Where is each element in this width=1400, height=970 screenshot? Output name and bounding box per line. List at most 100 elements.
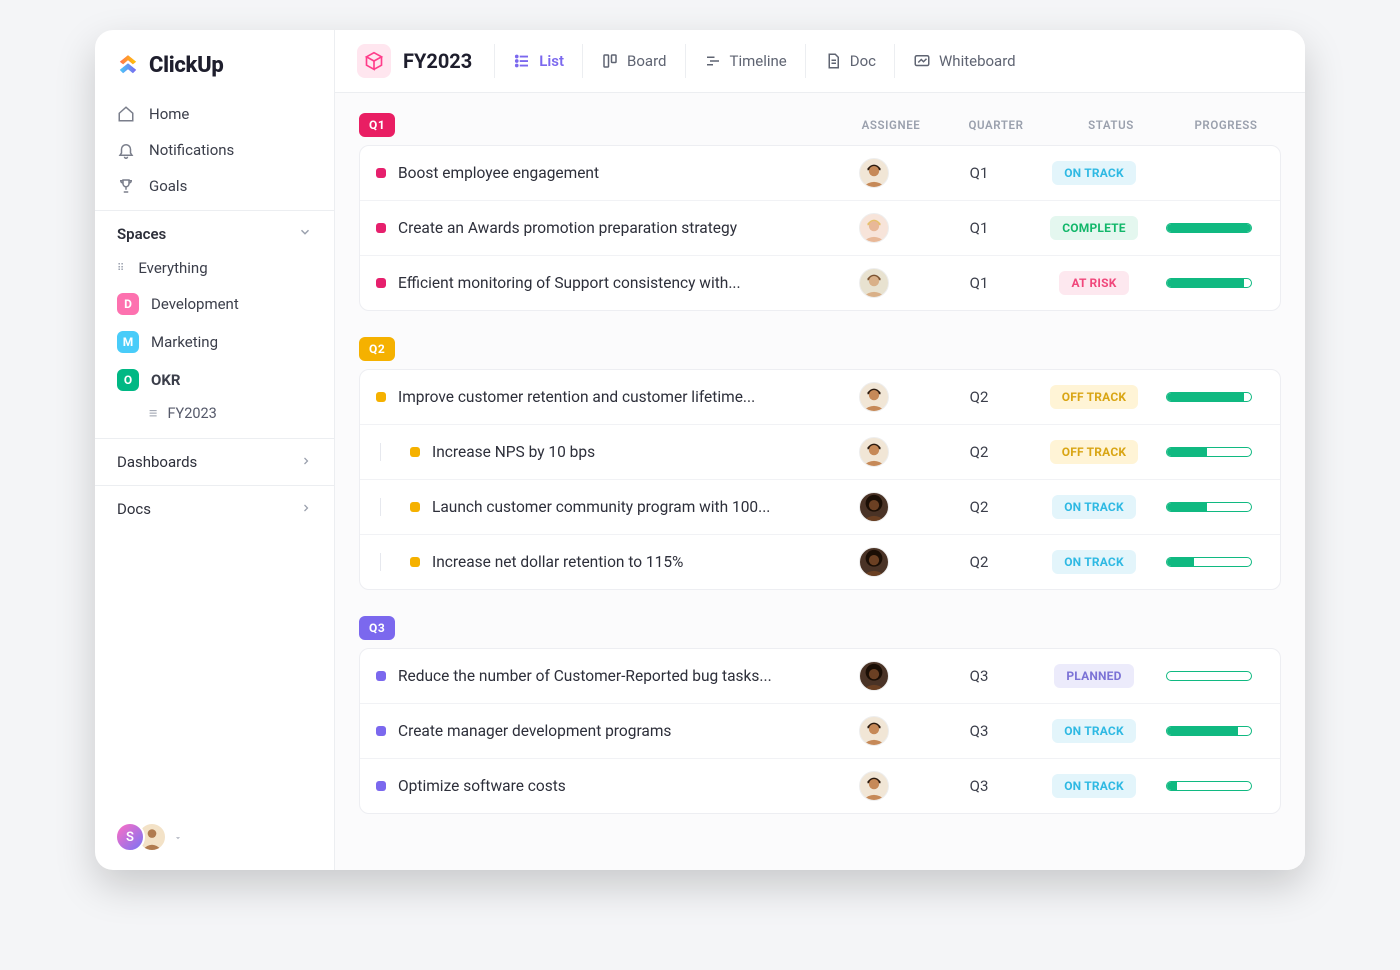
status-cell[interactable]: OFF TRACK xyxy=(1034,385,1154,409)
space-item-development[interactable]: D Development xyxy=(95,285,334,323)
view-tab-timeline[interactable]: Timeline xyxy=(685,44,805,78)
task-status-bullet[interactable] xyxy=(410,557,420,567)
quarter-cell[interactable]: Q3 xyxy=(924,667,1034,685)
nav-item-home[interactable]: Home xyxy=(95,96,334,132)
spaces-header[interactable]: Spaces xyxy=(95,210,334,251)
status-cell[interactable]: OFF TRACK xyxy=(1034,440,1154,464)
quarter-cell[interactable]: Q1 xyxy=(924,164,1034,182)
progress-cell[interactable] xyxy=(1154,781,1264,791)
status-pill: OFF TRACK xyxy=(1050,440,1138,464)
col-header-status: STATUS xyxy=(1051,118,1171,132)
status-pill: ON TRACK xyxy=(1052,774,1136,798)
progress-fill xyxy=(1167,782,1177,790)
quarter-cell[interactable]: Q2 xyxy=(924,388,1034,406)
nav-item-label: Home xyxy=(149,105,189,123)
view-tab-board[interactable]: Board xyxy=(582,44,684,78)
task-row[interactable]: Efficient monitoring of Support consiste… xyxy=(360,255,1280,310)
spaces-label: Spaces xyxy=(117,225,166,243)
task-name: Reduce the number of Customer-Reported b… xyxy=(398,667,772,685)
progress-cell[interactable] xyxy=(1154,671,1264,681)
progress-cell[interactable] xyxy=(1154,392,1264,402)
status-cell[interactable]: COMPLETE xyxy=(1034,216,1154,240)
task-status-bullet[interactable] xyxy=(376,278,386,288)
status-pill: PLANNED xyxy=(1054,664,1133,688)
nav-item-goals[interactable]: Goals xyxy=(95,168,334,204)
sidebar-docs[interactable]: Docs xyxy=(95,485,334,532)
task-name: Improve customer retention and customer … xyxy=(398,388,755,406)
progress-cell[interactable] xyxy=(1154,557,1264,567)
sidebar-docs-label: Docs xyxy=(117,500,151,518)
task-row[interactable]: Create an Awards promotion preparation s… xyxy=(360,200,1280,255)
task-row[interactable]: Improve customer retention and customer … xyxy=(360,370,1280,424)
space-badge: O xyxy=(117,369,139,391)
quarter-cell[interactable]: Q1 xyxy=(924,219,1034,237)
space-everything[interactable]: ⠿ Everything xyxy=(95,251,334,285)
quarter-cell[interactable]: Q1 xyxy=(924,274,1034,292)
view-tab-label: Timeline xyxy=(730,52,787,70)
task-status-bullet[interactable] xyxy=(376,781,386,791)
space-item-marketing[interactable]: M Marketing xyxy=(95,323,334,361)
status-cell[interactable]: ON TRACK xyxy=(1034,719,1154,743)
task-row[interactable]: Increase NPS by 10 bps Q2 OFF TRACK xyxy=(360,424,1280,479)
assignee-cell[interactable] xyxy=(824,771,924,801)
status-cell[interactable]: ON TRACK xyxy=(1034,774,1154,798)
assignee-cell[interactable] xyxy=(824,382,924,412)
task-status-bullet[interactable] xyxy=(410,502,420,512)
status-cell[interactable]: ON TRACK xyxy=(1034,495,1154,519)
group-tag[interactable]: Q3 xyxy=(359,616,395,640)
quarter-cell[interactable]: Q2 xyxy=(924,498,1034,516)
task-status-bullet[interactable] xyxy=(376,168,386,178)
assignee-cell[interactable] xyxy=(824,661,924,691)
quarter-cell[interactable]: Q2 xyxy=(924,553,1034,571)
view-tab-list[interactable]: List xyxy=(494,44,582,78)
space-item-okr[interactable]: O OKR xyxy=(95,361,334,399)
quarter-cell[interactable]: Q2 xyxy=(924,443,1034,461)
quarter-cell[interactable]: Q3 xyxy=(924,777,1034,795)
assignee-cell[interactable] xyxy=(824,716,924,746)
progress-cell[interactable] xyxy=(1154,223,1264,233)
status-cell[interactable]: AT RISK xyxy=(1034,271,1154,295)
sidebar-dashboards-label: Dashboards xyxy=(117,453,197,471)
quarter-cell[interactable]: Q3 xyxy=(924,722,1034,740)
assignee-cell[interactable] xyxy=(824,492,924,522)
task-status-bullet[interactable] xyxy=(410,447,420,457)
task-name: Increase NPS by 10 bps xyxy=(432,443,595,461)
task-row[interactable]: Increase net dollar retention to 115% Q2… xyxy=(360,534,1280,589)
progress-cell[interactable] xyxy=(1154,726,1264,736)
task-row[interactable]: Reduce the number of Customer-Reported b… xyxy=(360,649,1280,703)
task-list: Reduce the number of Customer-Reported b… xyxy=(359,648,1281,814)
nav-item-notifications[interactable]: Notifications xyxy=(95,132,334,168)
task-status-bullet[interactable] xyxy=(376,726,386,736)
sidebar-dashboards[interactable]: Dashboards xyxy=(95,438,334,485)
status-cell[interactable]: ON TRACK xyxy=(1034,161,1154,185)
view-tab-doc[interactable]: Doc xyxy=(805,44,894,78)
task-status-bullet[interactable] xyxy=(376,392,386,402)
group-tag[interactable]: Q1 xyxy=(359,113,395,137)
group-tag[interactable]: Q2 xyxy=(359,337,395,361)
assignee-cell[interactable] xyxy=(824,158,924,188)
progress-bar xyxy=(1166,671,1252,681)
assignee-cell[interactable] xyxy=(824,547,924,577)
assignee-cell[interactable] xyxy=(824,437,924,467)
task-row[interactable]: Create manager development programs Q3 O… xyxy=(360,703,1280,758)
task-status-bullet[interactable] xyxy=(376,671,386,681)
brand-logo[interactable]: ClickUp xyxy=(95,30,334,96)
view-tab-whiteboard[interactable]: Whiteboard xyxy=(894,44,1034,78)
assignee-cell[interactable] xyxy=(824,268,924,298)
brand-name: ClickUp xyxy=(149,53,224,78)
progress-cell[interactable] xyxy=(1154,447,1264,457)
status-cell[interactable]: ON TRACK xyxy=(1034,550,1154,574)
status-cell[interactable]: PLANNED xyxy=(1034,664,1154,688)
assignee-avatar xyxy=(859,771,889,801)
assignee-cell[interactable] xyxy=(824,213,924,243)
page-title-wrap: FY2023 xyxy=(357,44,494,78)
workspace-switcher[interactable]: S xyxy=(95,806,334,870)
progress-cell[interactable] xyxy=(1154,278,1264,288)
task-row[interactable]: Optimize software costs Q3 ON TRACK xyxy=(360,758,1280,813)
task-row[interactable]: Launch customer community program with 1… xyxy=(360,479,1280,534)
task-row[interactable]: Boost employee engagement Q1 ON TRACK xyxy=(360,146,1280,200)
progress-cell[interactable] xyxy=(1154,502,1264,512)
task-list: Boost employee engagement Q1 ON TRACK Cr… xyxy=(359,145,1281,311)
task-status-bullet[interactable] xyxy=(376,223,386,233)
space-child-fy2023[interactable]: ≡ FY2023 xyxy=(95,399,334,428)
